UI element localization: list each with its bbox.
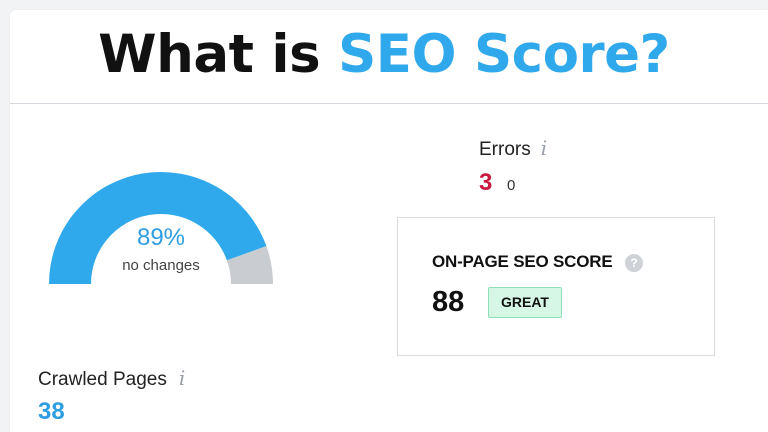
gauge-subtitle: no changes — [122, 257, 200, 274]
site-health-gauge[interactable]: 89% no changes — [40, 168, 282, 292]
gauge-percent: 89% — [136, 224, 186, 251]
score-value: 88 — [432, 286, 465, 318]
crawled-pages-label-text: Crawled Pages — [38, 369, 167, 390]
errors-count[interactable]: 3 — [479, 171, 492, 195]
errors-label: Errors i — [479, 138, 547, 159]
info-icon[interactable]: i — [541, 138, 547, 158]
errors-label-text: Errors — [479, 139, 531, 160]
errors-delta: 0 — [507, 177, 516, 194]
page-headline: What is SEO Score? — [0, 28, 768, 81]
headline-highlight: SEO Score? — [338, 24, 670, 85]
on-page-seo-score-card: ON-PAGE SEO SCORE ? 88 GREAT — [397, 217, 715, 356]
crawled-pages-label: Crawled Pages i — [38, 368, 185, 389]
headline-prefix: What is — [98, 24, 339, 85]
info-icon[interactable]: i — [179, 368, 185, 388]
help-icon[interactable]: ? — [625, 254, 643, 272]
score-label: ON-PAGE SEO SCORE — [432, 252, 613, 271]
crawled-pages-count[interactable]: 38 — [38, 400, 65, 424]
header-divider — [10, 103, 768, 104]
score-badge: GREAT — [488, 287, 562, 318]
